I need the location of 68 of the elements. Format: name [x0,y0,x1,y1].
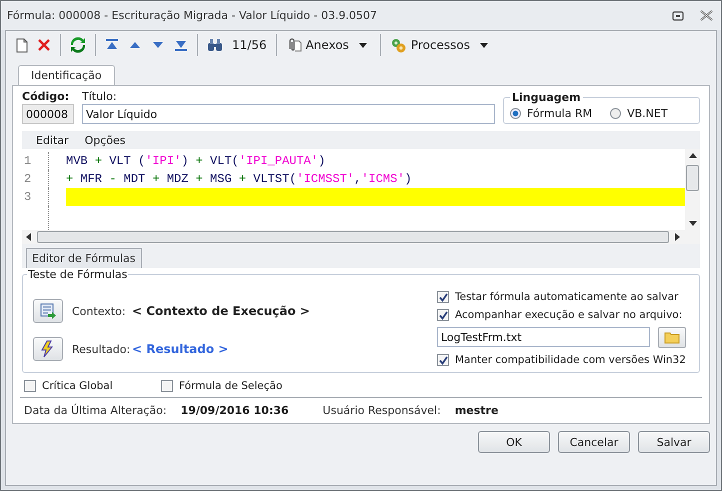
context-value: < Contexto de Execução > [132,304,310,318]
title-field[interactable]: Valor Líquido [82,104,495,124]
info-label: Usuário Responsável: [322,404,441,417]
previous-record-icon[interactable] [128,41,142,49]
context-button[interactable] [33,299,63,323]
first-record-icon[interactable] [105,39,119,51]
result-button[interactable] [33,337,63,361]
checkbox-option[interactable]: Crítica Global [24,380,161,392]
checkbox[interactable] [437,354,449,366]
scroll-left-icon[interactable] [26,233,31,241]
checkbox[interactable] [24,380,36,392]
info-value: 19/09/2016 10:36 [180,404,289,417]
dialog-button[interactable]: Salvar [638,431,710,453]
checkbox-option[interactable]: Manter compatibilidade com versões Win32 [437,354,686,366]
radio-button[interactable] [510,108,521,119]
dropdown-arrow-icon [358,42,367,48]
toolbar-menu-button[interactable]: Processos [390,37,492,53]
dropdown-arrow-icon [480,42,488,48]
refresh-icon[interactable] [70,37,86,53]
group-title: Teste de Fórmulas [27,268,128,281]
group-title: Linguagem [510,91,583,104]
scroll-right-icon[interactable] [675,233,680,241]
checkbox[interactable] [437,291,449,303]
checkbox[interactable] [161,380,173,392]
line-number: 1 [23,154,32,168]
field-label: Código: [22,90,70,103]
radio-button[interactable] [610,108,622,119]
code-field[interactable]: 000008 [22,104,74,124]
scroll-down-icon[interactable] [688,221,696,226]
tab[interactable]: Editor de Fórmulas [26,248,142,268]
gears-icon [390,37,407,53]
last-record-icon[interactable] [174,39,188,51]
scroll-up-icon[interactable] [688,153,696,158]
table-arrow-icon [39,302,57,320]
horizontal-scrollbar[interactable] [22,230,700,244]
new-document-icon[interactable] [16,38,28,52]
window-title: Fórmula: 000008 - Escrituração Migrada - Valor Líquido - 03.9.0507 [7,9,378,22]
checkbox-option[interactable]: Fórmula de Seleção [161,380,298,392]
folder-icon [664,331,680,344]
checkbox-option[interactable]: Testar fórmula automaticamente ao salvar [437,291,678,303]
dialog-button[interactable]: Cancelar [558,431,630,453]
vertical-scrollbar[interactable] [685,149,700,230]
radio-option[interactable]: VB.NET [610,107,668,120]
line-number: 2 [23,172,32,186]
radio-option[interactable]: Fórmula RM [510,107,592,120]
close-icon[interactable] [700,10,713,21]
toolbar-menu-button[interactable]: Anexos [286,37,371,53]
binoculars-icon[interactable] [207,38,223,52]
code-line: + MFR - MDT + MDZ + MSG + VLTST('ICMSST','ICMS') [66,171,413,188]
record-counter: 11/56 [232,38,267,52]
info-label: Data da Última Alteração: [24,404,167,417]
line-number: 3 [23,190,32,204]
next-record-icon[interactable] [151,41,165,49]
restore-icon[interactable] [672,10,684,20]
log-file-field[interactable]: LogTestFrm.txt [437,327,650,347]
result-label: Resultado: [72,342,132,356]
checkbox-option[interactable]: Acompanhar execução e salvar no arquivo: [437,309,682,321]
context-label: Contexto: [72,304,127,318]
info-value: mestre [454,404,498,417]
field-label: Título: [82,90,118,103]
delete-icon[interactable] [37,38,51,52]
menu-item[interactable]: Opções [84,134,126,146]
checkbox[interactable] [437,309,449,321]
result-link[interactable]: < Resultado > [132,342,228,356]
code-line: MVB + VLT ('IPI') + VLT('IPI_PAUTA') [66,153,326,170]
menu-item[interactable]: Editar [36,134,69,146]
tab[interactable]: Identificação [18,65,115,86]
dialog-button[interactable]: OK [478,431,550,453]
